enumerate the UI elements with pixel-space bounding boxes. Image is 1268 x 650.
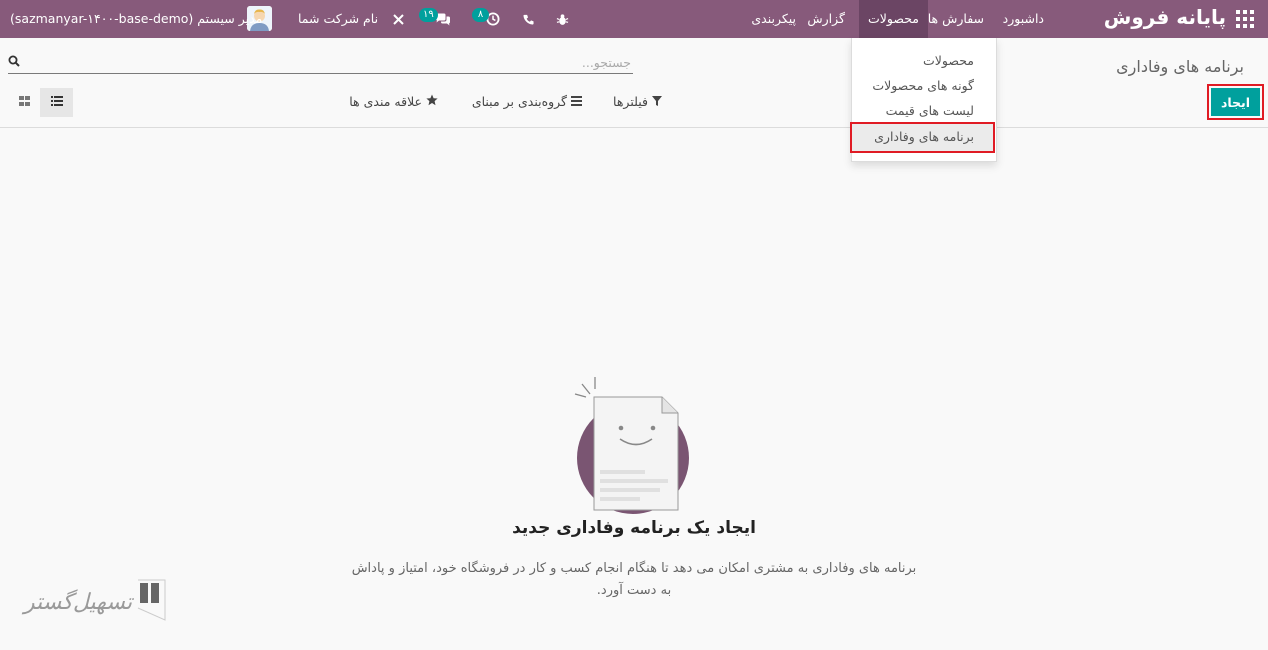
dropdown-item-pricelists[interactable]: لیست های قیمت [886,103,974,118]
filters-button[interactable]: فیلترها [613,94,662,109]
page-title: برنامه های وفاداری [1116,57,1244,76]
menu-configuration[interactable]: پیکربندی [742,0,805,38]
activity-count-badge: ۸ [472,8,489,22]
empty-state-description-line-1: برنامه های وفاداری به مشتری امکان می دهد… [351,561,917,576]
dropdown-item-product-variants[interactable]: گونه های محصولات [872,78,974,93]
chat-count-badge: ۱۹ [419,8,438,22]
search-input[interactable] [26,52,631,73]
menu-orders[interactable]: سفارش ها [919,0,993,38]
favorites-button[interactable]: علاقه مندی ها [349,94,438,109]
control-panel-divider [0,127,1268,128]
dropdown-item-loyalty-programs[interactable]: برنامه های وفاداری [874,129,974,144]
favorites-label: علاقه مندی ها [349,94,422,109]
filter-icon [652,94,662,109]
top-navbar: پایانه فروش داشبورد سفارش ها محصولات گزا… [0,0,1268,38]
groupby-label: گروه‌بندی بر مبنای [471,94,567,109]
phone-icon[interactable] [520,0,536,38]
tools-icon[interactable] [390,0,406,38]
menu-reporting[interactable]: گزارش [798,0,854,38]
app-brand[interactable]: پایانه فروش [1104,5,1226,29]
star-icon [426,94,438,109]
create-button-highlight: ایجاد [1207,84,1264,120]
empty-state-description: برنامه های وفاداری به مشتری امکان می دهد… [314,558,954,602]
filters-label: فیلترها [613,94,648,109]
dropdown-item-products[interactable]: محصولات [923,53,974,68]
watermark-text: تسهیل‌گستر [24,590,133,615]
list-bars-icon [571,94,582,109]
create-button[interactable]: ایجاد [1211,88,1260,116]
company-switcher[interactable]: نام شرکت شما [298,0,378,38]
empty-state-description-line-2: به دست آورد. [596,583,672,598]
search-icon[interactable] [8,55,20,71]
empty-document-illustration [574,377,689,514]
kanban-view-icon [19,95,30,110]
bug-icon[interactable] [553,0,571,38]
apps-grid-icon[interactable] [1236,10,1254,28]
empty-state-title: ایجاد یک برنامه وفاداری جدید [512,518,756,538]
products-dropdown-menu: محصولات گونه های محصولات لیست های قیمت ب… [850,38,997,162]
kanban-view-button[interactable] [8,88,41,117]
menu-dashboard[interactable]: داشبورد [994,0,1053,38]
list-view-icon [50,95,63,110]
menu-products[interactable]: محصولات [859,0,928,38]
groupby-button[interactable]: گروه‌بندی بر مبنای [472,94,582,109]
user-menu[interactable]: مدیر سیستم (sazmanyar-۱۴۰۰-base-demo) [10,0,262,38]
search-bar [8,52,633,74]
list-view-button[interactable] [40,88,73,117]
